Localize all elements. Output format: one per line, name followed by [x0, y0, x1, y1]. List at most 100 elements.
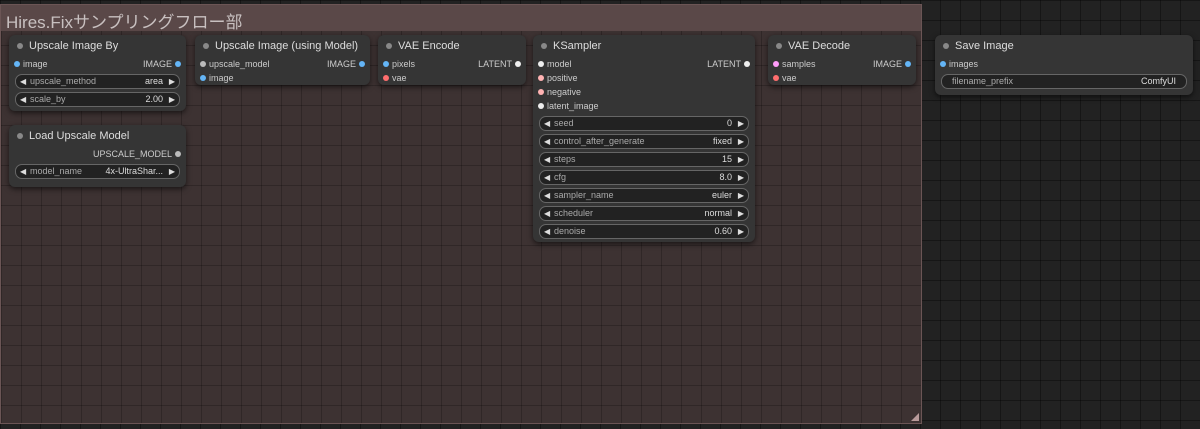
- output-slot-image[interactable]: IMAGE: [873, 57, 916, 71]
- input-slot-vae[interactable]: vae: [378, 71, 526, 85]
- collapse-dot-icon[interactable]: [776, 43, 782, 49]
- output-dot-icon[interactable]: [175, 151, 181, 157]
- node-title[interactable]: Upscale Image (using Model): [195, 35, 370, 57]
- input-slot-negative[interactable]: negative: [533, 85, 755, 99]
- decrement-arrow-icon[interactable]: ◀: [544, 225, 550, 238]
- widget-filename-prefix[interactable]: filename_prefix ComfyUI: [941, 74, 1187, 89]
- group-header[interactable]: Hires.Fixサンプリングフロー部: [1, 5, 921, 32]
- node-ksampler[interactable]: KSampler model LATENT positive negative …: [533, 35, 755, 242]
- decrement-arrow-icon[interactable]: ◀: [544, 117, 550, 130]
- decrement-arrow-icon[interactable]: ◀: [20, 75, 26, 88]
- input-dot-icon[interactable]: [14, 61, 20, 67]
- input-dot-icon[interactable]: [538, 75, 544, 81]
- group-resize-handle[interactable]: [911, 413, 919, 421]
- input-slot-vae[interactable]: vae: [768, 71, 916, 85]
- decrement-arrow-icon[interactable]: ◀: [544, 207, 550, 220]
- collapse-dot-icon[interactable]: [203, 43, 209, 49]
- increment-arrow-icon[interactable]: ▶: [169, 75, 175, 88]
- output-dot-icon[interactable]: [905, 61, 911, 67]
- decrement-arrow-icon[interactable]: ◀: [20, 93, 26, 106]
- input-dot-icon[interactable]: [200, 61, 206, 67]
- widget-sampler-name[interactable]: ◀ sampler_name euler ▶: [539, 188, 749, 203]
- output-dot-icon[interactable]: [744, 61, 750, 67]
- slot-label: vae: [392, 73, 407, 83]
- node-upscale-image-using-model[interactable]: Upscale Image (using Model) upscale_mode…: [195, 35, 370, 85]
- output-slot-image[interactable]: IMAGE: [327, 57, 370, 71]
- collapse-dot-icon[interactable]: [17, 133, 23, 139]
- output-dot-icon[interactable]: [515, 61, 521, 67]
- node-vae-encode[interactable]: VAE Encode pixels LATENT vae: [378, 35, 526, 85]
- node-title-label: Save Image: [955, 40, 1014, 52]
- input-dot-icon[interactable]: [773, 61, 779, 67]
- widget-label: scheduler: [554, 208, 594, 218]
- increment-arrow-icon[interactable]: ▶: [738, 135, 744, 148]
- collapse-dot-icon[interactable]: [541, 43, 547, 49]
- node-upscale-image-by[interactable]: Upscale Image By image IMAGE ◀ upscale_m…: [9, 35, 186, 111]
- collapse-dot-icon[interactable]: [17, 43, 23, 49]
- node-title[interactable]: VAE Decode: [768, 35, 916, 57]
- input-dot-icon[interactable]: [383, 75, 389, 81]
- input-dot-icon[interactable]: [538, 61, 544, 67]
- input-slot-model[interactable]: model: [533, 57, 572, 71]
- widget-model-name[interactable]: ◀ model_name 4x-UltraShar... ▶: [15, 164, 180, 179]
- widget-label: model_name: [30, 166, 83, 176]
- increment-arrow-icon[interactable]: ▶: [738, 189, 744, 202]
- slot-label: model: [547, 59, 572, 69]
- node-title[interactable]: VAE Encode: [378, 35, 526, 57]
- widget-label: sampler_name: [554, 190, 614, 200]
- decrement-arrow-icon[interactable]: ◀: [544, 135, 550, 148]
- widget-upscale-method[interactable]: ◀ upscale_method area ▶: [15, 74, 180, 89]
- increment-arrow-icon[interactable]: ▶: [738, 117, 744, 130]
- increment-arrow-icon[interactable]: ▶: [738, 225, 744, 238]
- output-dot-icon[interactable]: [175, 61, 181, 67]
- node-save-image[interactable]: Save Image images filename_prefix ComfyU…: [935, 35, 1193, 95]
- input-slot-latent-image[interactable]: latent_image: [533, 99, 755, 113]
- input-slot-pixels[interactable]: pixels: [378, 57, 415, 71]
- increment-arrow-icon[interactable]: ▶: [169, 93, 175, 106]
- node-title[interactable]: Save Image: [935, 35, 1193, 57]
- collapse-dot-icon[interactable]: [943, 43, 949, 49]
- increment-arrow-icon[interactable]: ▶: [738, 153, 744, 166]
- input-slot-samples[interactable]: samples: [768, 57, 816, 71]
- collapse-dot-icon[interactable]: [386, 43, 392, 49]
- input-slot-images[interactable]: images: [935, 57, 1193, 71]
- node-load-upscale-model[interactable]: Load Upscale Model UPSCALE_MODEL ◀ model…: [9, 125, 186, 187]
- output-slot-image[interactable]: IMAGE: [143, 57, 186, 71]
- widget-cfg[interactable]: ◀ cfg 8.0 ▶: [539, 170, 749, 185]
- widget-label: control_after_generate: [554, 136, 645, 146]
- node-title[interactable]: KSampler: [533, 35, 755, 57]
- output-dot-icon[interactable]: [359, 61, 365, 67]
- input-slot-image[interactable]: image: [9, 57, 48, 71]
- widget-scale-by[interactable]: ◀ scale_by 2.00 ▶: [15, 92, 180, 107]
- widget-scheduler[interactable]: ◀ scheduler normal ▶: [539, 206, 749, 221]
- input-slot-image[interactable]: image: [195, 71, 370, 85]
- slot-label: vae: [782, 73, 797, 83]
- input-dot-icon[interactable]: [940, 61, 946, 67]
- increment-arrow-icon[interactable]: ▶: [738, 171, 744, 184]
- decrement-arrow-icon[interactable]: ◀: [544, 189, 550, 202]
- input-slot-positive[interactable]: positive: [533, 71, 755, 85]
- node-title-label: KSampler: [553, 40, 602, 52]
- increment-arrow-icon[interactable]: ▶: [738, 207, 744, 220]
- input-dot-icon[interactable]: [200, 75, 206, 81]
- input-dot-icon[interactable]: [383, 61, 389, 67]
- input-dot-icon[interactable]: [773, 75, 779, 81]
- widget-steps[interactable]: ◀ steps 15 ▶: [539, 152, 749, 167]
- increment-arrow-icon[interactable]: ▶: [169, 165, 175, 178]
- widget-seed[interactable]: ◀ seed 0 ▶: [539, 116, 749, 131]
- node-title-label: Load Upscale Model: [29, 130, 130, 142]
- widget-denoise[interactable]: ◀ denoise 0.60 ▶: [539, 224, 749, 239]
- node-title[interactable]: Load Upscale Model: [9, 125, 186, 147]
- decrement-arrow-icon[interactable]: ◀: [544, 171, 550, 184]
- output-slot-latent[interactable]: LATENT: [478, 57, 526, 71]
- decrement-arrow-icon[interactable]: ◀: [544, 153, 550, 166]
- output-slot-latent[interactable]: LATENT: [707, 57, 755, 71]
- input-dot-icon[interactable]: [538, 89, 544, 95]
- input-slot-upscale-model[interactable]: upscale_model: [195, 57, 270, 71]
- decrement-arrow-icon[interactable]: ◀: [20, 165, 26, 178]
- widget-control-after-generate[interactable]: ◀ control_after_generate fixed ▶: [539, 134, 749, 149]
- node-vae-decode[interactable]: VAE Decode samples IMAGE vae: [768, 35, 916, 85]
- output-slot-upscale-model[interactable]: UPSCALE_MODEL: [9, 147, 186, 161]
- node-title[interactable]: Upscale Image By: [9, 35, 186, 57]
- input-dot-icon[interactable]: [538, 103, 544, 109]
